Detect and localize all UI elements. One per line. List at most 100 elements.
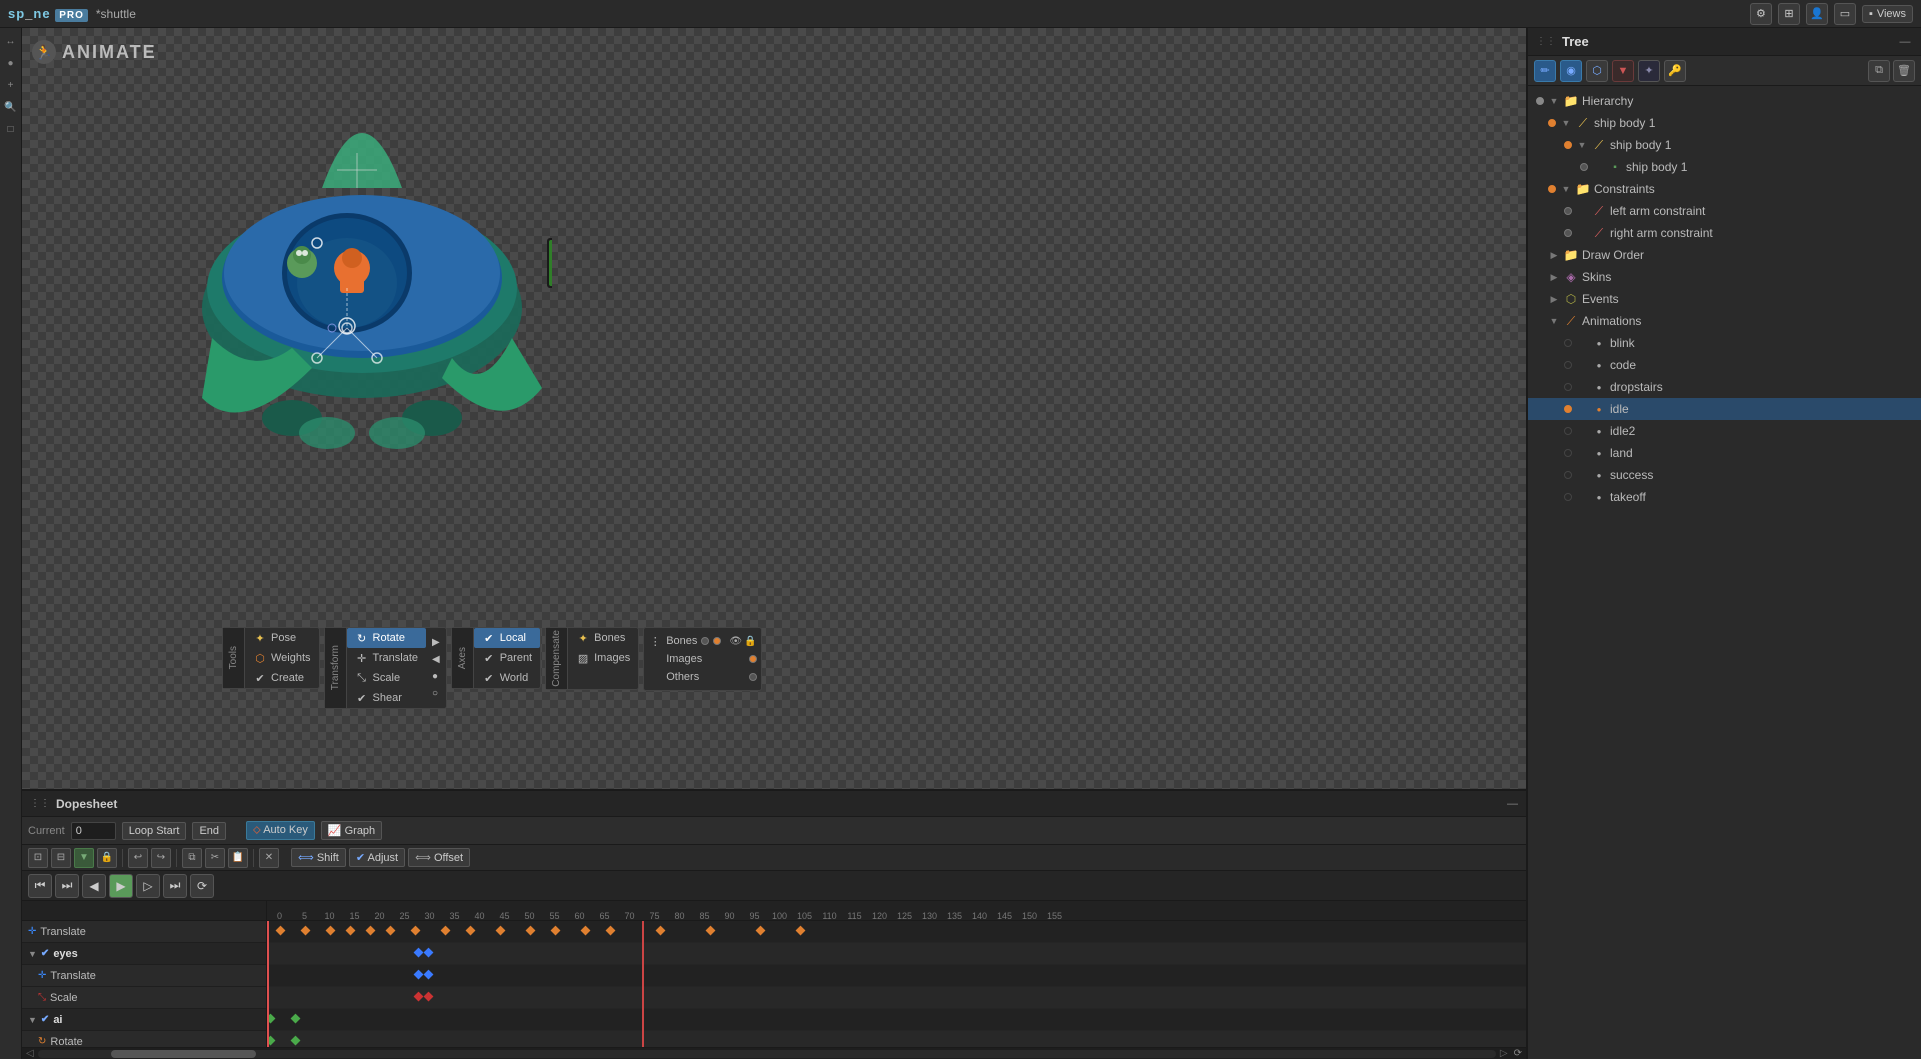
filter-copy-btn[interactable]: ⧉ xyxy=(1868,60,1890,82)
bones-dot-2[interactable] xyxy=(713,637,721,645)
loop-start-button[interactable]: Loop Start xyxy=(122,822,187,840)
transform-btn-4[interactable]: ○ xyxy=(428,686,444,701)
rotate-button[interactable]: ↻ Rotate xyxy=(347,628,426,648)
kf-15[interactable] xyxy=(656,925,666,935)
ds-redo-btn[interactable]: ↪ xyxy=(151,848,171,868)
current-input[interactable] xyxy=(71,822,116,840)
auto-key-button[interactable]: ⬦ Auto Key xyxy=(246,821,315,840)
timeline-row-ai-rotate[interactable] xyxy=(267,1031,1526,1047)
left-icon-3[interactable]: + xyxy=(2,76,20,94)
tree-constraints[interactable]: ▼ 📁 Constraints xyxy=(1528,178,1921,200)
ds-cut-btn[interactable]: ✂ xyxy=(205,848,225,868)
offset-button[interactable]: ⟺ Offset xyxy=(408,848,470,867)
tree-collapse-btn[interactable]: — xyxy=(1897,34,1913,50)
views-button[interactable]: ▪ Views xyxy=(1862,5,1913,23)
draw-order-expand[interactable]: ▶ xyxy=(1548,249,1560,261)
timeline-tracks[interactable]: 0 5 10 15 20 25 30 35 40 45 50 xyxy=(267,901,1526,1047)
tree-skins[interactable]: ▶ ◈ Skins xyxy=(1528,266,1921,288)
kf-eyes-1[interactable] xyxy=(414,947,424,957)
prev-frame-btn[interactable]: ◀ xyxy=(82,874,106,898)
filter-down-btn[interactable]: ▼ xyxy=(1612,60,1634,82)
adjust-button[interactable]: ✔ Adjust xyxy=(349,848,405,867)
track-eyes-scale[interactable]: ⤡ Scale xyxy=(22,987,266,1009)
track-eyes-group[interactable]: ▼ ✔ eyes xyxy=(22,943,266,965)
create-button[interactable]: ✔ Create xyxy=(245,668,319,688)
kf-eyes-2[interactable] xyxy=(424,947,434,957)
scrollbar-thumb[interactable] xyxy=(111,1050,257,1058)
kf-11[interactable] xyxy=(526,925,536,935)
skins-expand[interactable]: ▶ xyxy=(1548,271,1560,283)
left-icon-1[interactable]: ↔ xyxy=(2,32,20,50)
scale-button[interactable]: ⤡ Scale xyxy=(347,668,426,688)
tree-hierarchy[interactable]: ▼ 📁 Hierarchy xyxy=(1528,90,1921,112)
tree-anim-land[interactable]: ● land xyxy=(1528,442,1921,464)
kf-et-2[interactable] xyxy=(424,969,434,979)
kf-10[interactable] xyxy=(496,925,506,935)
constraints-expand[interactable]: ▼ xyxy=(1560,183,1572,195)
transform-btn-2[interactable]: ◀ xyxy=(428,652,444,667)
ds-delete-btn[interactable]: ✕ xyxy=(259,848,279,868)
scrollbar-track[interactable] xyxy=(38,1050,1496,1058)
images-dot[interactable] xyxy=(749,655,757,663)
play-button[interactable]: ▶ xyxy=(109,874,133,898)
settings-button[interactable]: ⚙ xyxy=(1750,3,1772,25)
ship-body-expand-1[interactable]: ▼ xyxy=(1560,117,1572,129)
left-icon-4[interactable]: 🔍 xyxy=(2,98,20,116)
prev-key-btn[interactable]: ⏭ xyxy=(55,874,79,898)
eyes-collapse[interactable]: ▼ xyxy=(28,949,37,959)
tree-anim-takeoff[interactable]: ● takeoff xyxy=(1528,486,1921,508)
ship-body-expand-3[interactable] xyxy=(1592,161,1604,173)
kf-1[interactable] xyxy=(276,925,286,935)
ds-scrollbar[interactable]: ◁ ▷ ⟳ xyxy=(22,1047,1526,1059)
right-arm-expand[interactable] xyxy=(1576,227,1588,239)
kf-12[interactable] xyxy=(551,925,561,935)
kf-6[interactable] xyxy=(386,925,396,935)
kf-14[interactable] xyxy=(606,925,616,935)
track-translate-row[interactable]: ✛ Translate xyxy=(22,921,266,943)
timeline-row-eyes-scale[interactable] xyxy=(267,987,1526,1009)
filter-key-btn[interactable]: 🔑 xyxy=(1664,60,1686,82)
ds-paste-btn[interactable]: 📋 xyxy=(228,848,248,868)
kf-18[interactable] xyxy=(796,925,806,935)
translate-button[interactable]: ✛ Translate xyxy=(347,648,426,668)
tree-anim-code[interactable]: ● code xyxy=(1528,354,1921,376)
kf-es-2[interactable] xyxy=(424,991,434,1001)
timeline-row-translate[interactable] xyxy=(267,921,1526,943)
events-expand[interactable]: ▶ xyxy=(1548,293,1560,305)
tree-animations[interactable]: ▼ ⟋ Animations xyxy=(1528,310,1921,332)
timeline-cursor[interactable] xyxy=(267,921,269,1047)
tree-events[interactable]: ▶ ⬡ Events xyxy=(1528,288,1921,310)
tree-draw-order[interactable]: ▶ 📁 Draw Order xyxy=(1528,244,1921,266)
ds-undo-btn[interactable]: ↩ xyxy=(128,848,148,868)
left-icon-2[interactable]: ● xyxy=(2,54,20,72)
pose-button[interactable]: ✦ Pose xyxy=(245,628,319,648)
window-button[interactable]: ▭ xyxy=(1834,3,1856,25)
ds-btn-2[interactable]: ⊟ xyxy=(51,848,71,868)
animations-expand[interactable]: ▼ xyxy=(1548,315,1560,327)
bones-compensate-button[interactable]: ✦ Bones xyxy=(568,628,638,648)
kf-ai-2[interactable] xyxy=(291,1013,301,1023)
dopesheet-collapse[interactable]: — xyxy=(1507,798,1518,810)
ai-collapse[interactable]: ▼ xyxy=(28,1015,37,1025)
scroll-icon[interactable]: ⟳ xyxy=(1514,1048,1522,1059)
kf-3[interactable] xyxy=(326,925,336,935)
transform-btn-3[interactable]: ● xyxy=(428,669,444,684)
user-button[interactable]: 👤 xyxy=(1806,3,1828,25)
track-ai-rotate[interactable]: ↻ Rotate xyxy=(22,1031,266,1047)
ds-filter-btn[interactable]: ▼ xyxy=(74,848,94,868)
timeline-row-eyes[interactable] xyxy=(267,943,1526,965)
kf-9[interactable] xyxy=(466,925,476,935)
shift-button[interactable]: ⟺ Shift xyxy=(291,848,346,867)
images-compensate-button[interactable]: ▨ Images xyxy=(568,648,638,668)
tree-anim-dropstairs[interactable]: ● dropstairs xyxy=(1528,376,1921,398)
left-arm-expand[interactable] xyxy=(1576,205,1588,217)
tree-anim-idle2[interactable]: ● idle2 xyxy=(1528,420,1921,442)
end-button[interactable]: End xyxy=(192,822,226,840)
kf-17[interactable] xyxy=(756,925,766,935)
tree-right-arm-constraint[interactable]: ⟋ right arm constraint xyxy=(1528,222,1921,244)
transform-btn-1[interactable]: ▶ xyxy=(428,635,444,650)
kf-et-1[interactable] xyxy=(414,969,424,979)
timeline-row-ai[interactable] xyxy=(267,1009,1526,1031)
grid-button[interactable]: ⊞ xyxy=(1778,3,1800,25)
kf-7[interactable] xyxy=(411,925,421,935)
